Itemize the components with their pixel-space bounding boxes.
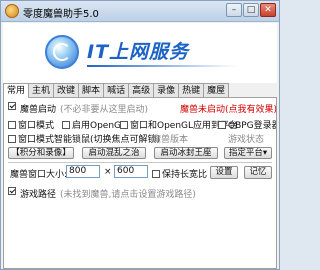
lock-row: 窗口模式智能锁鼠(切换焦点可解锁) 魔兽版本 游戏状态	[4, 131, 276, 145]
smart-mouse-lock-checkbox[interactable]: 窗口模式智能锁鼠(切换焦点可解锁)	[8, 132, 160, 145]
game-path-checkbox[interactable]	[8, 187, 18, 197]
launch-checkbox[interactable]	[8, 102, 18, 112]
panel-fade-overlay	[4, 248, 276, 268]
opengl-checkbox[interactable]: 启用OpenGL	[62, 118, 126, 131]
start-tft-button[interactable]: 启动冰封王座	[154, 147, 218, 159]
tab-common[interactable]: 常用	[3, 83, 30, 98]
tab-shout[interactable]: 喊话	[103, 83, 130, 97]
launch-label: 魔兽启动	[20, 105, 57, 115]
banner-underline	[87, 65, 237, 67]
start-roc-button[interactable]: 启动混乱之治	[82, 147, 146, 159]
remember-button[interactable]: 记忆	[244, 166, 272, 179]
times-sign: ×	[104, 167, 112, 177]
close-button[interactable]: ✕	[260, 3, 276, 17]
tab-script[interactable]: 脚本	[78, 83, 105, 97]
tab-bar: 常用 主机 改键 脚本 喊话 高级 录像 热键 魔屋	[3, 83, 277, 98]
globe-logo-icon	[45, 35, 79, 69]
tab-advanced[interactable]: 高级	[128, 83, 155, 97]
banner-text: IT上网服务	[87, 41, 190, 63]
window-width-input[interactable]: 800	[66, 165, 100, 178]
window-height-input[interactable]: 600	[114, 165, 148, 178]
window-title: 零度魔兽助手5.0	[23, 9, 99, 20]
launch-row: 魔兽启动 (不必非要从这里启动) 魔兽未启动(点我有效果)	[4, 101, 276, 115]
keep-ratio-checkbox[interactable]: 保持长宽比	[152, 167, 207, 180]
options-row: 窗口模式 启用OpenGL 窗口和OpenGL应用到平台 OBPG登录器	[4, 117, 276, 131]
game-status-label: 游戏状态	[228, 135, 265, 145]
wc-version-label: 魔兽版本	[152, 135, 189, 145]
minimize-button[interactable]: –	[226, 3, 242, 17]
tab-magic-house[interactable]: 魔屋	[203, 83, 230, 97]
tab-replay[interactable]: 录像	[153, 83, 180, 97]
app-icon	[5, 4, 19, 18]
game-path-label: 游戏路径	[20, 190, 57, 200]
banner[interactable]: IT上网服务	[3, 23, 277, 83]
settings-button[interactable]: 设置	[210, 166, 238, 179]
maximize-button[interactable]: □	[243, 3, 259, 17]
tab-keymap[interactable]: 改键	[53, 83, 80, 97]
stats-replay-button[interactable]: 【积分和录像】	[8, 147, 74, 159]
platform-dropdown[interactable]: 指定平台▾	[224, 147, 272, 159]
tab-host[interactable]: 主机	[28, 83, 55, 97]
window-size-row: 魔兽窗口大小: 800 × 600 保持长宽比 设置 记忆	[4, 165, 276, 181]
common-panel: 魔兽启动 (不必非要从这里启动) 魔兽未启动(点我有效果) 窗口模式 启用Ope…	[3, 97, 277, 269]
launch-hint: (不必非要从这里启动)	[60, 105, 149, 115]
main-window: 零度魔兽助手5.0 – □ ✕ IT上网服务 常用 主机 改键 脚本 喊话 高级…	[0, 0, 280, 270]
divider	[8, 162, 272, 163]
game-path-value: (未找到魔兽,请点击设置游戏路径)	[60, 190, 196, 200]
window-size-label: 魔兽窗口大小:	[10, 170, 68, 180]
windowed-checkbox[interactable]: 窗口模式	[8, 118, 54, 131]
tab-hotkey[interactable]: 热键	[178, 83, 205, 97]
obpg-login-checkbox[interactable]: OBPG登录器	[218, 118, 276, 131]
game-path-row: 游戏路径 (未找到魔兽,请点击设置游戏路径)	[4, 186, 276, 200]
title-bar[interactable]: 零度魔兽助手5.0 – □ ✕	[1, 1, 279, 22]
launch-status-link[interactable]: 魔兽未启动(点我有效果)	[180, 102, 276, 115]
